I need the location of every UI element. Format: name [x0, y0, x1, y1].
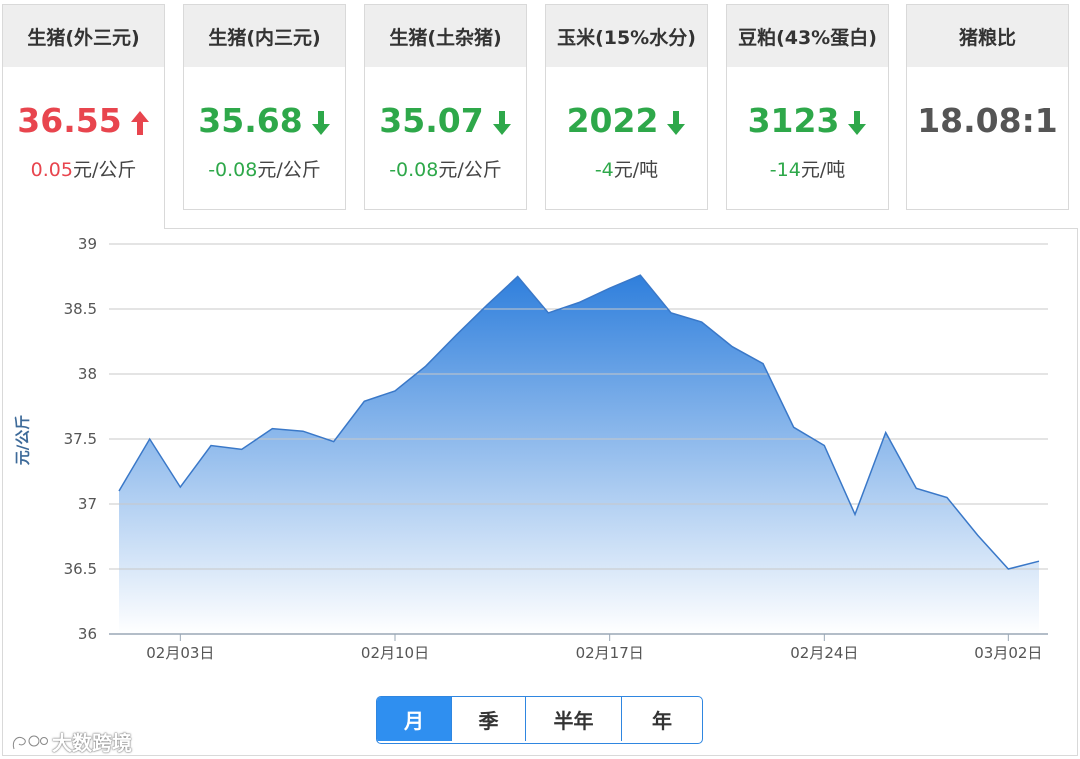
card-price-value: 3123 [747, 101, 840, 140]
arrow-down-icon [848, 110, 867, 135]
card-change: -0.08元/公斤 [365, 155, 526, 182]
card-change-value: -4 [594, 159, 614, 181]
card-price: 36.55 [3, 101, 164, 140]
range-button-1[interactable]: 季 [451, 697, 525, 741]
y-tick-label: 38 [78, 365, 97, 383]
x-tick-label: 02月24日 [790, 644, 858, 662]
card-change-value: -0.08 [389, 159, 439, 181]
price-card-5[interactable]: 猪粮比 18.08:1 [906, 4, 1069, 210]
x-tick-label: 03月02日 [974, 644, 1042, 662]
card-price: 35.07 [365, 101, 526, 140]
range-button-3[interactable]: 年 [621, 697, 702, 741]
price-chart: 36 36.5 37 37.5 38 38.5 39 02月03日 02月10日 02月17日 02… [64, 235, 1048, 662]
card-change: -4元/吨 [546, 155, 707, 182]
y-tick-label: 36 [78, 625, 97, 643]
card-price: 2022 [546, 101, 707, 140]
price-card-0[interactable]: 生猪(外三元) 36.55 0.05元/公斤 [2, 4, 165, 229]
card-title: 豆粕(43%蛋白) [727, 5, 888, 67]
x-tick-label: 02月17日 [576, 644, 644, 662]
card-change-unit: 元/公斤 [257, 159, 321, 181]
card-title: 生猪(内三元) [184, 5, 345, 67]
card-price-value: 2022 [566, 101, 659, 140]
card-price-value: 35.07 [379, 101, 484, 140]
y-tick-label: 37 [78, 495, 97, 513]
card-change: -14元/吨 [727, 155, 888, 182]
chart-panel: 36 36.5 37 37.5 38 38.5 39 02月03日 02月10日 02月17日 02… [2, 228, 1078, 756]
card-change-value: -0.08 [208, 159, 258, 181]
card-price-value: 36.55 [17, 101, 122, 140]
range-selector: 月季半年年 [376, 696, 703, 744]
range-button-0[interactable]: 月 [377, 697, 451, 741]
price-card-4[interactable]: 豆粕(43%蛋白) 3123 -14元/吨 [726, 4, 889, 210]
card-change-unit: 元/公斤 [72, 159, 137, 181]
watermark-logo-icon [12, 734, 48, 749]
card-change: 0.05元/公斤 [3, 155, 164, 182]
card-price: 35.68 [184, 101, 345, 140]
card-price: 18.08:1 [907, 101, 1068, 140]
y-axis-title: 元/公斤 [13, 414, 32, 466]
range-button-2[interactable]: 半年 [525, 697, 621, 741]
price-card-1[interactable]: 生猪(内三元) 35.68 -0.08元/公斤 [183, 4, 346, 210]
arrow-down-icon [311, 110, 330, 135]
y-tick-label: 38.5 [64, 300, 97, 318]
x-tick-label: 02月10日 [361, 644, 429, 662]
card-change-value: 0.05 [30, 159, 73, 181]
card-title: 生猪(外三元) [3, 5, 164, 67]
watermark-text: 大数跨境 [52, 731, 132, 755]
watermark: 大数跨境 [10, 727, 132, 756]
card-price: 3123 [727, 101, 888, 140]
price-card-2[interactable]: 生猪(土杂猪) 35.07 -0.08元/公斤 [364, 4, 527, 210]
card-price-value: 35.68 [198, 101, 303, 140]
card-change-unit: 元/公斤 [438, 159, 502, 181]
price-card-3[interactable]: 玉米(15%水分) 2022 -4元/吨 [545, 4, 708, 210]
y-tick-label: 36.5 [64, 560, 97, 578]
card-change-unit: 元/吨 [613, 159, 659, 181]
arrow-up-icon [130, 110, 149, 135]
card-price-value: 18.08:1 [917, 101, 1058, 140]
arrow-down-icon [667, 110, 686, 135]
x-tick-label: 02月03日 [146, 644, 214, 662]
area-fill [119, 275, 1039, 634]
card-change-unit: 元/吨 [800, 159, 846, 181]
card-change: -0.08元/公斤 [184, 155, 345, 182]
card-title: 生猪(土杂猪) [365, 5, 526, 67]
card-change-value: -14 [769, 159, 801, 181]
card-title: 玉米(15%水分) [546, 5, 707, 67]
card-title: 猪粮比 [907, 5, 1068, 67]
arrow-down-icon [492, 110, 511, 135]
y-tick-label: 37.5 [64, 430, 97, 448]
y-tick-label: 39 [78, 235, 97, 253]
